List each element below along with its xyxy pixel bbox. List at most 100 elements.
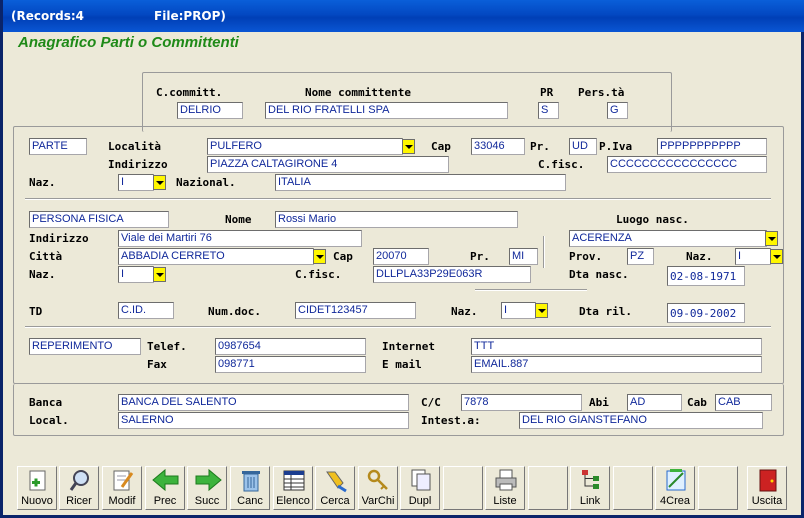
cfisc-field[interactable]: CCCCCCCCCCCCCCCC [607, 156, 767, 173]
dta-nasc-field[interactable]: 02-08-1971 [667, 266, 745, 286]
cerca-button[interactable]: Cerca [315, 466, 355, 510]
nome-committente-label: Nome committente [305, 86, 411, 99]
dta-nasc-label: Dta nasc. [569, 268, 629, 281]
elenco-button[interactable]: Elenco [273, 466, 313, 510]
tipo-parte-field[interactable]: PARTE [29, 138, 87, 155]
cap-field[interactable]: 33046 [471, 138, 525, 155]
canc-button[interactable]: Canc [230, 466, 270, 510]
divider [475, 289, 587, 291]
pr-field[interactable]: UD [569, 138, 597, 155]
cc-field[interactable]: 7878 [461, 394, 582, 411]
fax-field[interactable]: 098771 [215, 356, 366, 373]
records-count: (Records:4 [11, 9, 85, 23]
link-button[interactable]: Link [570, 466, 610, 510]
luogo-dropdown-icon[interactable] [765, 231, 778, 246]
email-field[interactable]: EMAIL.887 [471, 356, 762, 373]
dupl-button[interactable]: Dupl [400, 466, 440, 510]
divider [543, 236, 545, 268]
naz-dropdown-icon[interactable] [770, 249, 783, 264]
arrow-left-icon [146, 467, 184, 493]
nome-field[interactable]: Rossi Mario [275, 211, 518, 228]
local-label: Local. [29, 414, 69, 427]
indirizzo-field[interactable]: Viale dei Martiri 76 [118, 230, 362, 247]
banca-field[interactable]: BANCA DEL SALENTO [118, 394, 409, 411]
uscita-button[interactable]: Uscita [747, 466, 787, 510]
luogo-nasc-field[interactable]: ACERENZA [569, 230, 767, 247]
naz-field[interactable]: I [735, 248, 771, 265]
varchi-button[interactable]: VarChi [358, 466, 398, 510]
succ-button[interactable]: Succ [187, 466, 227, 510]
nazional-field[interactable]: ITALIA [275, 174, 566, 191]
piva-field[interactable]: PPPPPPPPPPP [657, 138, 767, 155]
naz-dropdown-icon[interactable] [535, 303, 548, 318]
local-field[interactable]: SALERNO [118, 412, 409, 429]
naz-label: Naz. [686, 250, 713, 263]
naz-dropdown-icon[interactable] [153, 267, 166, 282]
localita-field[interactable]: PULFERO [207, 138, 403, 155]
localita-dropdown-icon[interactable] [402, 139, 415, 154]
cap-label: Cap [333, 250, 353, 263]
intest-field[interactable]: DEL RIO GIANSTEFANO [519, 412, 763, 429]
naz-dropdown-icon[interactable] [153, 175, 166, 190]
prec-label: Prec [153, 495, 177, 507]
indirizzo-label: Indirizzo [108, 158, 168, 171]
intest-label: Intest.a: [421, 414, 481, 427]
naz-field[interactable]: I [118, 174, 154, 191]
empty-button[interactable] [528, 466, 568, 510]
ccomm-field[interactable]: DELRIO [177, 102, 243, 119]
cab-field[interactable]: CAB [715, 394, 772, 411]
naz-field[interactable]: I [118, 266, 154, 283]
modif-button[interactable]: Modif [102, 466, 142, 510]
dta-ril-field[interactable]: 09-09-2002 [667, 303, 745, 323]
nome-label: Nome [225, 213, 252, 226]
telef-field[interactable]: 0987654 [215, 338, 366, 355]
dta-ril-label: Dta ril. [579, 305, 632, 318]
succ-label: Succ [194, 495, 220, 507]
nuovo-label: Nuovo [21, 495, 53, 507]
toolbar: Nuovo Ricer Modif Prec Succ Canc Elenco … [9, 462, 797, 512]
piva-label: P.Iva [599, 140, 633, 153]
prov-field[interactable]: PZ [627, 248, 654, 265]
nuovo-button[interactable]: Nuovo [17, 466, 57, 510]
exit-door-icon [748, 467, 786, 493]
naz-field[interactable]: I [501, 302, 536, 319]
cap-field[interactable]: 20070 [373, 248, 429, 265]
abi-field[interactable]: AD [627, 394, 682, 411]
reperimento-field[interactable]: REPERIMENTO [29, 338, 141, 355]
pr-field[interactable]: MI [509, 248, 538, 265]
crea-button[interactable]: 4Crea [655, 466, 695, 510]
localita-label: Località [108, 140, 161, 153]
td-label: TD [29, 305, 43, 318]
pers-field[interactable]: G [607, 102, 628, 119]
liste-button[interactable]: Liste [485, 466, 525, 510]
tipo-persona-field[interactable]: PERSONA FISICA [29, 211, 169, 228]
td-field[interactable]: C.ID. [118, 302, 174, 319]
pers-label: Pers.tà [578, 86, 625, 99]
citta-dropdown-icon[interactable] [313, 249, 326, 264]
ricer-button[interactable]: Ricer [59, 466, 99, 510]
varchi-label: VarChi [361, 495, 395, 507]
indirizzo-label: Indirizzo [29, 232, 89, 245]
internet-field[interactable]: TTT [471, 338, 762, 355]
pr-field[interactable]: S [538, 102, 559, 119]
keys-icon [359, 467, 397, 493]
pr-label: Pr. [530, 140, 550, 153]
nome-committente-field[interactable]: DEL RIO FRATELLI SPA [265, 102, 508, 119]
num-doc-field[interactable]: CIDET123457 [295, 302, 416, 319]
cfisc-field[interactable]: DLLPLA33P29E063R [373, 266, 531, 283]
empty-button[interactable] [443, 466, 483, 510]
empty-button[interactable] [698, 466, 738, 510]
page-title: Anagrafico Parti o Committenti [18, 34, 239, 51]
liste-label: Liste [493, 495, 517, 507]
indirizzo-field[interactable]: PIAZZA CALTAGIRONE 4 [207, 156, 449, 173]
divider [25, 198, 771, 200]
list-icon [274, 467, 312, 493]
ricer-label: Ricer [66, 495, 92, 507]
empty-button[interactable] [613, 466, 653, 510]
citta-label: Città [29, 250, 63, 263]
prec-button[interactable]: Prec [145, 466, 185, 510]
arrow-right-icon [188, 467, 226, 493]
citta-field[interactable]: ABBADIA CERRETO [118, 248, 314, 265]
uscita-label: Uscita [751, 495, 783, 507]
create-icon [656, 467, 694, 493]
